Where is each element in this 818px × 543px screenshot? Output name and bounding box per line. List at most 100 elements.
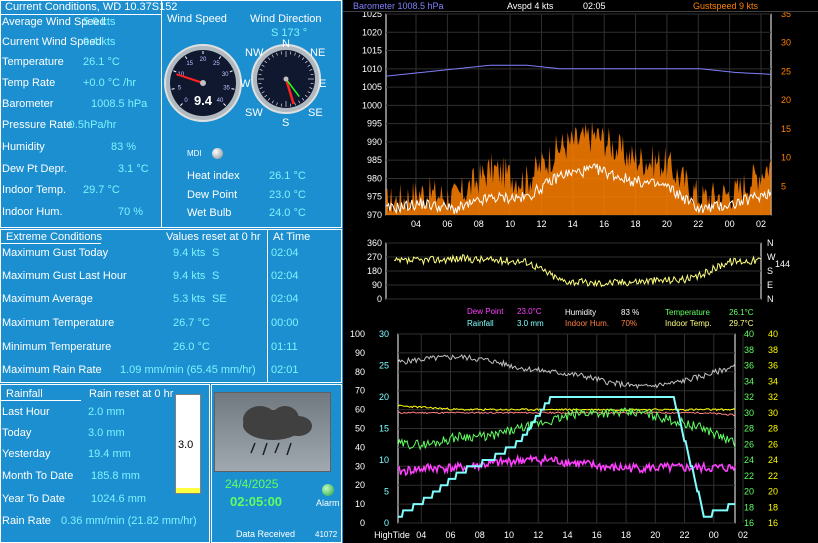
graph1-x-tick: 14 xyxy=(568,219,578,229)
current-row-value: 3.1 °C xyxy=(118,163,149,175)
graph-time: 02:05 xyxy=(583,1,606,11)
graph1-left-tick: 980 xyxy=(367,173,382,183)
graph3-right2-tick: 30 xyxy=(768,408,778,418)
graph3-right2-tick: 38 xyxy=(768,345,778,355)
graph3-right1-tick: 18 xyxy=(744,502,754,512)
graph3-left-inner-tick: 5 xyxy=(384,487,389,497)
compass-n: N xyxy=(282,38,290,50)
weather-icon xyxy=(214,392,331,472)
graph1-x-tick: 10 xyxy=(505,219,515,229)
graph1-left-tick: 1015 xyxy=(362,46,382,56)
extremes-reset: Values reset at 0 hr xyxy=(166,231,261,243)
graph2-right-label: E xyxy=(767,280,773,290)
status-date: 24/4/2025 xyxy=(225,477,279,491)
current-row-label: Temperature xyxy=(2,56,64,68)
compass-w: W xyxy=(240,78,251,90)
graph3-x-tick: 12 xyxy=(533,530,543,540)
extreme-row-label: Maximum Temperature xyxy=(2,317,115,329)
rainfall-row-label: Last Hour xyxy=(2,406,50,418)
alarm-label: Alarm xyxy=(316,498,340,508)
compass-s: S xyxy=(282,117,290,129)
graph1-x-tick: 20 xyxy=(662,219,672,229)
status-time: 02:05:00 xyxy=(230,494,283,509)
graph3-right1-tick: 22 xyxy=(744,471,754,481)
graph2-left-tick: 0 xyxy=(377,294,382,304)
graph3-right1-tick: 34 xyxy=(744,376,754,386)
current-row-value: 9.4 kts xyxy=(83,36,116,48)
graph1-left-tick: 975 xyxy=(367,192,382,202)
compass-se: SE xyxy=(308,107,323,119)
current-row-label: Indoor Hum. xyxy=(2,206,63,218)
extreme-row-dir: S xyxy=(212,247,220,259)
graph3-legend: Dew Point 23.0°C Humidity 83 % Temperatu… xyxy=(343,306,818,330)
current-extra-value: 24.0 °C xyxy=(269,207,306,219)
graph3-right2-tick: 34 xyxy=(768,376,778,386)
graph3-left-outer-tick: 90 xyxy=(355,348,365,358)
graph3-left-outer-tick: 60 xyxy=(355,405,365,415)
graph3-x-tick: 16 xyxy=(592,530,602,540)
speed-tick-label: 25 xyxy=(213,61,220,67)
rainfall-row-label: Today xyxy=(2,427,32,439)
graph1-right-tick: 30 xyxy=(781,38,791,48)
graph3-left-outer-tick: 0 xyxy=(360,518,365,528)
rain-cloud-icon xyxy=(243,406,312,456)
graph3-right1-tick: 26 xyxy=(744,439,754,449)
alarm-indicator[interactable] xyxy=(322,484,334,496)
extreme-row-time: 02:01 xyxy=(271,364,299,376)
graph1-left-tick: 1025 xyxy=(362,12,382,19)
graph1-left-tick: 995 xyxy=(367,119,382,129)
graph3-right2-tick: 24 xyxy=(768,455,778,465)
speed-tick-label: 15 xyxy=(186,61,193,67)
rainfall-row-value: 185.8 mm xyxy=(91,470,140,482)
graph1-left-tick: 1020 xyxy=(362,27,382,37)
graph1-left-tick: 990 xyxy=(367,137,382,147)
rainfall-row-value: 3.0 mm xyxy=(88,427,125,439)
speed-tick-label: 30 xyxy=(222,72,229,78)
compass-e: E xyxy=(319,78,327,90)
graph2-right-label: N xyxy=(767,238,774,248)
wind-direction-graph: 360270180900NWSEN144 xyxy=(367,238,790,304)
graph3-right2-tick: 28 xyxy=(768,424,778,434)
graph3-left-outer-tick: 40 xyxy=(355,442,365,452)
current-extra-value: 26.1 °C xyxy=(269,170,306,182)
current-conditions-panel: Current Conditions, WD 10.37S152 Average… xyxy=(0,0,342,228)
rainfall-reset: Rain reset at 0 hr xyxy=(89,388,174,400)
rain-rate-label: Rain Rate xyxy=(2,515,51,527)
graph1-header: Barometer 1008.5 hPa Avspd 4 kts 02:05 G… xyxy=(343,0,818,12)
current-row-label: Humidity xyxy=(2,141,45,153)
status-panel: 24/4/2025 02:05:00 Alarm Data Received 4… xyxy=(211,384,342,543)
graph1-right-tick: 5 xyxy=(781,181,786,191)
graph3-right2-tick: 26 xyxy=(768,439,778,449)
graph3-right1-tick: 30 xyxy=(744,408,754,418)
speed-tick-label: 40 xyxy=(217,98,224,104)
extreme-row-time: 01:11 xyxy=(271,341,298,353)
graph3-right2-tick: 16 xyxy=(768,518,778,528)
extreme-row-label: Maximum Gust Last Hour xyxy=(2,270,127,282)
graph1-x-tick: 12 xyxy=(536,219,546,229)
graph1-x-tick: 02 xyxy=(756,219,766,229)
current-row-value: 5.0 kts xyxy=(83,16,116,28)
graph1-right-tick: 15 xyxy=(781,124,791,134)
graph3-left-inner-tick: 0 xyxy=(384,518,389,528)
graph1-right-tick: 25 xyxy=(781,66,791,76)
graph2-left-tick: 270 xyxy=(367,252,382,262)
mdi-indicator[interactable] xyxy=(212,148,223,159)
graph2-direction-value: 144 xyxy=(775,259,790,269)
graph1-x-tick: 16 xyxy=(599,219,609,229)
graph1-x-tick: 22 xyxy=(693,219,703,229)
current-row-value: 29.7 °C xyxy=(83,184,120,196)
rainfall-row-label: Yesterday xyxy=(2,448,51,460)
rainfall-row-value: 19.4 mm xyxy=(88,448,131,460)
graph3-left-inner-tick: 30 xyxy=(379,330,389,339)
avspd-readout: Avspd 4 kts xyxy=(507,1,554,11)
graph3-right1-tick: 20 xyxy=(744,487,754,497)
extreme-row-label: Maximum Rain Rate xyxy=(2,364,102,376)
graph1-right-tick: 10 xyxy=(781,153,791,163)
extreme-row-time: 02:04 xyxy=(271,247,299,259)
extreme-row-value: 9.4 kts xyxy=(173,247,206,259)
graph3-right1-tick: 32 xyxy=(744,392,754,402)
current-row-value: 1008.5 hPa xyxy=(91,98,148,110)
graph1-x-tick: 18 xyxy=(631,219,641,229)
graph3-right1-tick: 28 xyxy=(744,424,754,434)
rain-gauge-value: 3.0 xyxy=(178,439,194,451)
